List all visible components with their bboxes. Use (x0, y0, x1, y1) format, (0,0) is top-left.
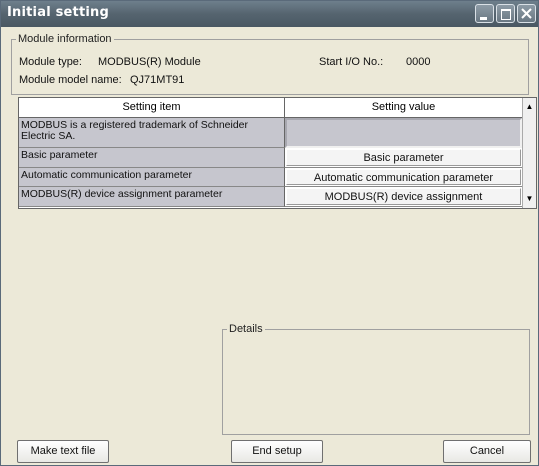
setting-item-cell: Basic parameter (19, 148, 285, 168)
setting-value-cell: Basic parameter (285, 148, 522, 168)
table-row: MODBUS is a registered trademark of Schn… (19, 118, 522, 148)
settings-table: Setting item Setting value MODBUS is a r… (18, 97, 537, 209)
close-icon[interactable] (517, 4, 536, 23)
column-header-setting-item: Setting item (19, 98, 285, 117)
table-row: Automatic communication parameter Automa… (19, 168, 522, 187)
setting-item-cell: MODBUS(R) device assignment parameter (19, 187, 285, 207)
cancel-button[interactable]: Cancel (443, 440, 531, 463)
scroll-up-arrow-icon[interactable]: ▲ (523, 100, 536, 114)
details-legend: Details (229, 323, 263, 335)
table-row: Basic parameter Basic parameter (19, 148, 522, 168)
setting-value-cell-disabled (285, 118, 522, 148)
column-header-setting-value: Setting value (371, 101, 436, 113)
setting-item-cell: Automatic communication parameter (19, 168, 285, 187)
basic-parameter-button[interactable]: Basic parameter (286, 149, 521, 166)
modbus-device-assignment-button[interactable]: MODBUS(R) device assignment (286, 188, 521, 205)
setting-value-cell: Automatic communication parameter (285, 168, 522, 187)
module-type-value: MODBUS(R) Module (98, 56, 201, 68)
table-row: MODBUS(R) device assignment parameter MO… (19, 187, 522, 207)
model-name-value: QJ71MT91 (130, 74, 185, 86)
window-title: Initial setting (7, 5, 109, 20)
start-io-value: 0000 (406, 56, 431, 68)
initial-setting-window: Initial setting Module information Modul… (0, 0, 539, 466)
table-header: Setting item Setting value (19, 98, 522, 118)
make-text-file-button[interactable]: Make text file (17, 440, 109, 463)
title-bar[interactable]: Initial setting (1, 1, 538, 27)
setting-value-cell: MODBUS(R) device assignment (285, 187, 522, 207)
module-type-label: Module type: (19, 56, 82, 68)
end-setup-button[interactable]: End setup (231, 440, 323, 463)
table-scrollbar[interactable]: ▲ ▼ (522, 98, 536, 208)
minimize-icon[interactable] (475, 4, 494, 23)
start-io-label: Start I/O No.: (319, 56, 384, 68)
scroll-down-arrow-icon[interactable]: ▼ (523, 192, 536, 206)
model-name-label: Module model name: (19, 74, 122, 86)
details-group: Details (222, 323, 530, 435)
maximize-icon[interactable] (496, 4, 515, 23)
module-information-legend: Module information (18, 33, 112, 45)
setting-item-cell: MODBUS is a registered trademark of Schn… (19, 118, 285, 148)
automatic-communication-parameter-button[interactable]: Automatic communication parameter (286, 169, 521, 185)
